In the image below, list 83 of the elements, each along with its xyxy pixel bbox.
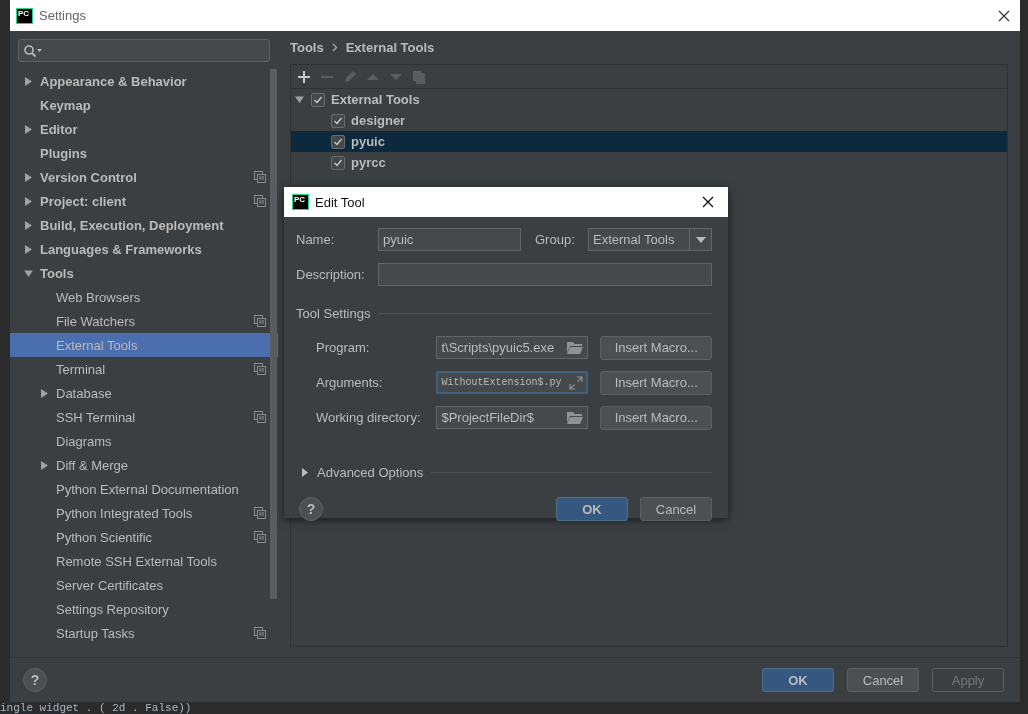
section-title: Tool Settings — [296, 305, 371, 321]
field-label: Program: — [315, 340, 371, 355]
expand-icon[interactable] — [569, 375, 584, 390]
checkbox[interactable] — [331, 155, 345, 170]
sidebar-item[interactable]: Python Integrated Tools — [10, 501, 278, 525]
breadcrumb-item: Tools — [290, 40, 324, 55]
tree-item[interactable]: designer — [291, 110, 1007, 131]
input-field[interactable]: pyuic — [378, 228, 521, 251]
folder-icon[interactable] — [567, 341, 584, 354]
dialog-button[interactable]: Cancel — [847, 668, 919, 692]
checkbox[interactable] — [331, 113, 345, 128]
expand-arrow-icon[interactable] — [24, 244, 33, 254]
caret-icon — [695, 236, 706, 243]
expand-arrow-icon[interactable] — [24, 124, 33, 134]
insert-macro-button[interactable]: Insert Macro... — [600, 335, 712, 360]
sidebar-item[interactable]: File Watchers — [10, 309, 278, 333]
checkbox[interactable] — [331, 134, 345, 149]
sidebar-item[interactable]: Keymap — [10, 93, 278, 117]
sidebar-item[interactable]: SSH Terminal — [10, 405, 278, 429]
sidebar-item[interactable]: Editor — [10, 117, 278, 141]
tree-item[interactable]: pyrcc — [291, 152, 1007, 173]
field-label: Description: — [296, 267, 366, 282]
checkbox[interactable] — [311, 92, 325, 107]
insert-macro-button[interactable]: Insert Macro... — [600, 405, 712, 430]
expand-arrow-icon[interactable] — [40, 460, 49, 470]
folder-icon[interactable] — [567, 411, 584, 424]
close-icon[interactable] — [998, 9, 1010, 22]
sidebar-item[interactable]: Database — [10, 381, 278, 405]
sidebar-item[interactable]: Settings Repository — [10, 597, 278, 621]
sidebar-item[interactable]: Python Scientific — [10, 525, 278, 549]
section-title[interactable]: Advanced Options — [317, 464, 424, 480]
sidebar-item[interactable]: Version Control — [10, 165, 278, 189]
sidebar-item[interactable]: Plugins — [10, 141, 278, 165]
add-icon[interactable] — [297, 69, 311, 84]
code-line: ingle widget . ( 2d . False)) — [0, 702, 192, 714]
search-icon — [23, 43, 43, 58]
app-logo: PC — [16, 7, 33, 24]
input-field[interactable] — [378, 263, 712, 286]
breadcrumb-item: External Tools — [345, 40, 435, 55]
app-logo: PC — [292, 194, 309, 210]
tree-item[interactable]: pyuic — [291, 131, 1007, 152]
chevron-icon — [331, 43, 338, 52]
sidebar-item[interactable]: Server Certificates — [10, 573, 278, 597]
sidebar-item[interactable]: Diagrams — [10, 429, 278, 453]
dialog-button[interactable]: OK — [762, 668, 834, 692]
dialog-button[interactable]: Cancel — [640, 497, 712, 521]
field-label: Group: — [535, 232, 576, 247]
dialog-button[interactable]: OK — [556, 497, 628, 521]
field-label: Name: — [296, 232, 336, 247]
input-field[interactable]: WithoutExtension$.py — [436, 371, 589, 394]
field-label: Arguments: — [315, 375, 384, 390]
sidebar-item[interactable]: Web Browsers — [10, 285, 278, 309]
insert-macro-button[interactable]: Insert Macro... — [600, 370, 712, 395]
help-button[interactable]: ? — [23, 668, 47, 692]
sidebar-item[interactable]: Remote SSH External Tools — [10, 549, 278, 573]
input-field[interactable]: t\Scripts\pyuic5.exe — [436, 336, 589, 359]
sidebar-item[interactable]: Tools — [10, 261, 278, 285]
expand-arrow-icon[interactable] — [24, 172, 33, 182]
expand-arrow-icon[interactable] — [24, 268, 33, 278]
dialog-title: Edit Tool — [315, 194, 366, 210]
dropdown[interactable]: External Tools — [588, 228, 712, 251]
field-label: Working directory: — [315, 410, 422, 425]
tree-item[interactable]: External Tools — [291, 89, 1007, 110]
close-icon[interactable] — [702, 196, 714, 208]
expand-arrow-icon[interactable] — [301, 467, 309, 477]
input-field[interactable]: $ProjectFileDir$ — [436, 406, 589, 429]
sidebar-item[interactable]: Languages & Frameworks — [10, 237, 278, 261]
sidebar-item[interactable]: Startup Tasks — [10, 621, 278, 645]
sidebar-item[interactable]: Appearance & Behavior — [10, 69, 278, 93]
expand-arrow-icon[interactable] — [24, 76, 33, 86]
search-field[interactable] — [18, 39, 270, 62]
sidebar-item[interactable]: Python External Documentation — [10, 477, 278, 501]
sidebar-item[interactable]: Terminal — [10, 357, 278, 381]
expand-arrow-icon[interactable] — [295, 95, 304, 104]
sidebar-item[interactable]: Build, Execution, Deployment — [10, 213, 278, 237]
sidebar-item[interactable]: Project: client — [10, 189, 278, 213]
window-title: Settings — [39, 8, 87, 23]
help-button[interactable]: ? — [299, 497, 323, 521]
expand-arrow-icon[interactable] — [24, 196, 33, 206]
expand-arrow-icon[interactable] — [40, 388, 49, 398]
scrollbar[interactable] — [270, 69, 277, 599]
expand-arrow-icon[interactable] — [24, 220, 33, 230]
sidebar-item[interactable]: Diff & Merge — [10, 453, 278, 477]
